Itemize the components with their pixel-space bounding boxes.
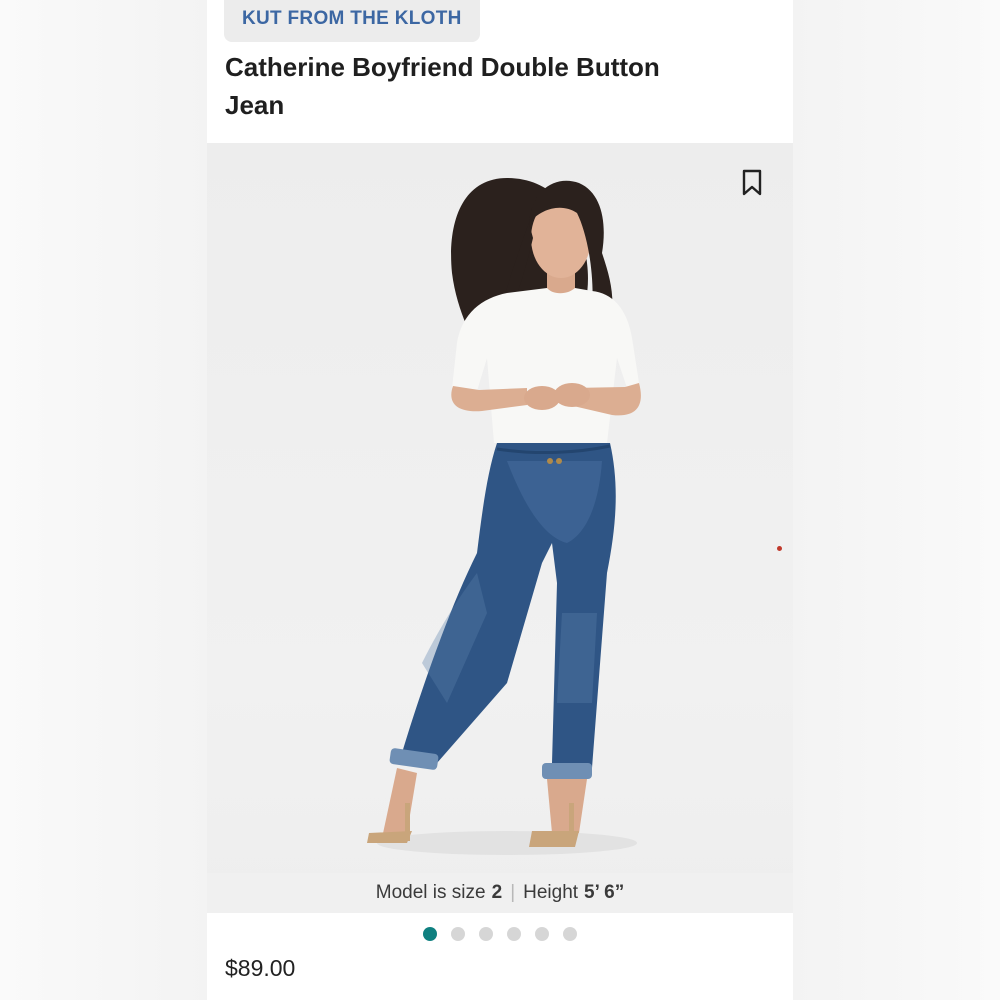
model-size-value: 2 bbox=[491, 882, 503, 903]
carousel-dot[interactable] bbox=[479, 927, 493, 941]
carousel-dot[interactable] bbox=[563, 927, 577, 941]
model-photo bbox=[367, 178, 641, 855]
carousel-indicators bbox=[207, 927, 793, 941]
model-size-label: Model is size bbox=[375, 882, 486, 903]
carousel-dot[interactable] bbox=[423, 927, 437, 941]
product-image[interactable]: Model is size 2 | Height 5’ 6” bbox=[207, 143, 793, 913]
model-height-value: 5’ 6” bbox=[584, 882, 625, 903]
caption-separator: | bbox=[510, 882, 516, 903]
carousel-dot[interactable] bbox=[451, 927, 465, 941]
brand-badge[interactable]: KUT FROM THE KLOTH bbox=[224, 0, 480, 42]
model-height-label: Height bbox=[523, 882, 579, 903]
product-price: $89.00 bbox=[225, 955, 296, 981]
background-left bbox=[0, 0, 207, 1000]
indicator-dot bbox=[777, 546, 782, 551]
product-screen: KUT FROM THE KLOTH Catherine Boyfriend D… bbox=[207, 0, 793, 1000]
model-info-caption: Model is size 2 | Height 5’ 6” bbox=[207, 873, 793, 913]
carousel-dot[interactable] bbox=[507, 927, 521, 941]
background-right bbox=[793, 0, 1000, 1000]
product-title: Catherine Boyfriend Double Button Jean bbox=[225, 52, 660, 120]
bookmark-icon[interactable] bbox=[741, 169, 763, 197]
carousel-dot[interactable] bbox=[535, 927, 549, 941]
